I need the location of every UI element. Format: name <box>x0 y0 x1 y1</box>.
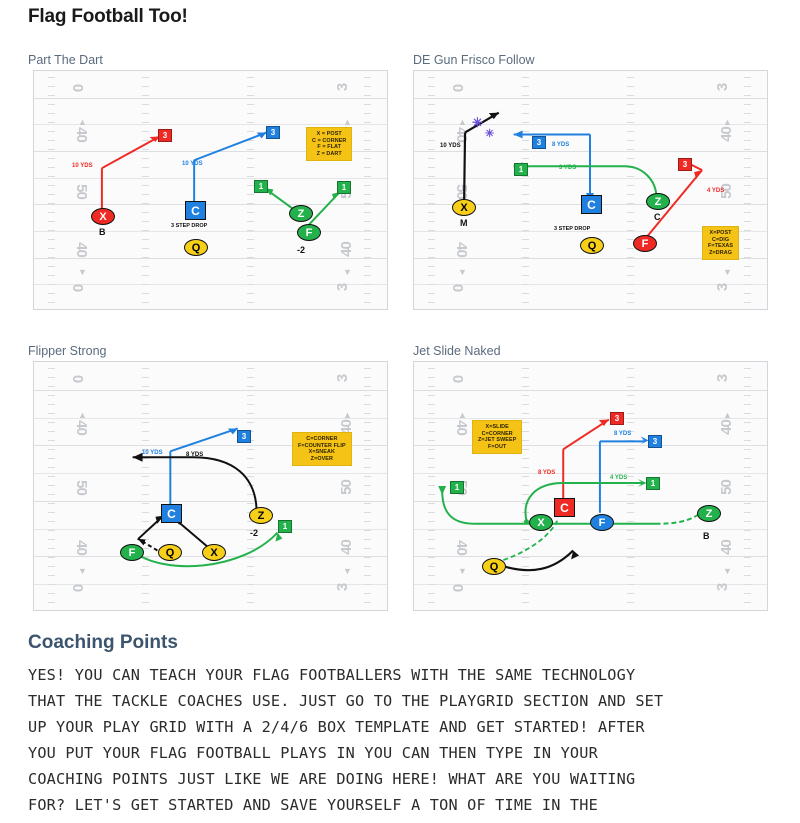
yardage-label-c: 8 YDS <box>538 470 556 476</box>
legend-line: X=POST <box>709 230 732 236</box>
play-title-1: Part The Dart <box>28 53 103 67</box>
page-root: Flag Football Too! Part The Dart 0340405… <box>0 0 800 823</box>
legend-line: X=SNEAK <box>308 449 335 456</box>
route-endpoint-z: 1 <box>254 180 268 193</box>
player-token-c[interactable]: C <box>161 504 182 523</box>
player-token-q[interactable]: Q <box>184 239 208 256</box>
player-token-z[interactable]: Z <box>646 193 670 210</box>
player-note-c: 3 STEP DROP <box>171 223 208 229</box>
player-note-x: M <box>460 218 468 228</box>
coaching-line: UP YOUR PLAY GRID WITH A 2/4/6 BOX TEMPL… <box>28 718 645 736</box>
player-note-f: -2 <box>297 245 306 255</box>
play-title-2: DE Gun Frisco Follow <box>413 53 535 67</box>
legend-line: F = FLAT <box>317 144 341 151</box>
player-note-x: B <box>99 227 106 237</box>
player-note-z: B <box>703 531 710 541</box>
player-token-q[interactable]: Q <box>580 237 604 254</box>
route-endpoint-z: 1 <box>514 163 528 176</box>
yardage-label-z: 8 YDS <box>186 452 204 458</box>
player-token-f[interactable]: F <box>120 544 144 561</box>
player-note-c: 3 STEP DROP <box>554 226 591 232</box>
coaching-points-title: Coaching Points <box>28 632 178 653</box>
route-endpoint-x: 3 <box>158 129 172 142</box>
player-note-z: C <box>654 212 661 222</box>
player-token-x[interactable]: X <box>529 514 553 531</box>
play-legend-1: X = POST C = CORNER F = FLAT Z = DART <box>306 127 353 162</box>
player-token-c[interactable]: C <box>185 201 206 220</box>
coaching-line: YOU PUT YOUR FLAG FOOTBALL PLAYS IN YOU … <box>28 744 598 762</box>
play-title-4: Jet Slide Naked <box>413 344 501 358</box>
play-legend-2: X=POST C=DIG F=TEXAS Z=DRAG <box>702 226 740 261</box>
player-token-x[interactable]: X <box>452 199 476 216</box>
yardage-label-m: 10 YDS <box>440 143 461 149</box>
player-token-c[interactable]: C <box>581 195 602 214</box>
coaching-line: THAT THE TACKLE COACHES USE. JUST GO TO … <box>28 692 664 710</box>
player-token-c[interactable]: C <box>554 498 575 517</box>
play-legend-4: X=SLIDE C=CORNER Z=JET SWEEP F=OUT <box>472 420 523 455</box>
legend-line: F=OUT <box>488 443 507 450</box>
player-token-f[interactable]: F <box>590 514 614 531</box>
play-field-3[interactable]: 0 3 40 40 50 50 40 40 0 3 ▲ ▼ ▲ ▼ C Z -2 F Q <box>33 361 388 611</box>
play-routes-4 <box>438 418 705 572</box>
play-routes-3 <box>131 427 283 568</box>
legend-line: C=CORNER <box>306 436 338 442</box>
legend-line: Z=DRAG <box>709 249 733 256</box>
route-endpoint-c: 3 <box>237 430 251 443</box>
route-endpoint-f: 1 <box>278 520 292 533</box>
legend-line: X=SLIDE <box>485 424 509 430</box>
yardage-label-x: 4 YDS <box>610 475 628 481</box>
route-endpoint-f: 3 <box>648 435 662 448</box>
route-endpoint-f: 3 <box>678 158 692 171</box>
legend-line: C = CORNER <box>312 137 347 144</box>
page-title: Flag Football Too! <box>28 6 188 27</box>
yardage-label-c: 10 YDS <box>142 450 163 456</box>
player-token-z[interactable]: Z <box>289 205 313 222</box>
play-field-4[interactable]: 0340405050404003▲▼▲▼ C <box>413 361 768 611</box>
legend-line: Z = DART <box>316 150 342 157</box>
route-endpoint-z: 1 <box>450 481 464 494</box>
player-token-x[interactable]: X <box>202 544 226 561</box>
coaching-line: COACHING POINTS JUST LIKE WE ARE DOING H… <box>28 770 636 788</box>
legend-line: Z=OVER <box>310 455 333 462</box>
route-endpoint-f: 1 <box>337 181 351 194</box>
blitz-star-icon: ✳ <box>472 115 483 130</box>
player-token-z[interactable]: Z <box>249 507 273 524</box>
player-token-z[interactable]: Z <box>697 505 721 522</box>
player-token-f[interactable]: F <box>297 224 321 241</box>
legend-line: X = POST <box>316 131 342 137</box>
coaching-line: FOR? LET'S GET STARTED AND SAVE YOURSELF… <box>28 796 598 814</box>
play-legend-3: C=CORNER F=COUNTER FLIP X=SNEAK Z=OVER <box>292 432 352 467</box>
play-field-1[interactable]: 0340405050404003▲▼▲▼ X B C 3 STEP DROP Q… <box>33 70 388 310</box>
yardage-label-f: 8 YDS <box>614 431 632 437</box>
yardage-label-c: 8 YDS <box>552 142 570 148</box>
legend-line: C=CORNER <box>481 430 513 437</box>
route-endpoint-c: 3 <box>532 136 546 149</box>
legend-line: Z=JET SWEEP <box>478 437 517 444</box>
player-token-f[interactable]: F <box>633 235 657 252</box>
play-field-2[interactable]: 0340405050404003▲▼▲▼ ✳ ✳ X M C 3 STEP DR… <box>413 70 768 310</box>
yardage-label-x: 10 YDS <box>72 163 93 169</box>
yardage-label-c: 10 YDS <box>182 161 203 167</box>
route-endpoint-c: 3 <box>610 412 624 425</box>
coaching-points-body: YES! YOU CAN TEACH YOUR FLAG FOOTBALLERS… <box>28 662 778 818</box>
legend-line: F=TEXAS <box>708 243 734 250</box>
coaching-line: YES! YOU CAN TEACH YOUR FLAG FOOTBALLERS… <box>28 666 636 684</box>
player-note-z: -2 <box>250 528 259 538</box>
player-token-x[interactable]: X <box>91 208 115 225</box>
yardage-label-z: 3 YDS <box>559 165 577 171</box>
route-endpoint-x: 1 <box>646 477 660 490</box>
blitz-star-icon: ✳ <box>485 128 495 140</box>
legend-line: F=COUNTER FLIP <box>298 442 346 449</box>
play-routes-1 <box>100 131 341 231</box>
player-token-q[interactable]: Q <box>482 558 506 575</box>
player-token-q[interactable]: Q <box>158 544 182 561</box>
legend-line: C=DIG <box>712 236 730 243</box>
yardage-label-f: 4 YDS <box>707 188 725 194</box>
route-endpoint-c: 3 <box>266 126 280 139</box>
play-title-3: Flipper Strong <box>28 344 107 358</box>
